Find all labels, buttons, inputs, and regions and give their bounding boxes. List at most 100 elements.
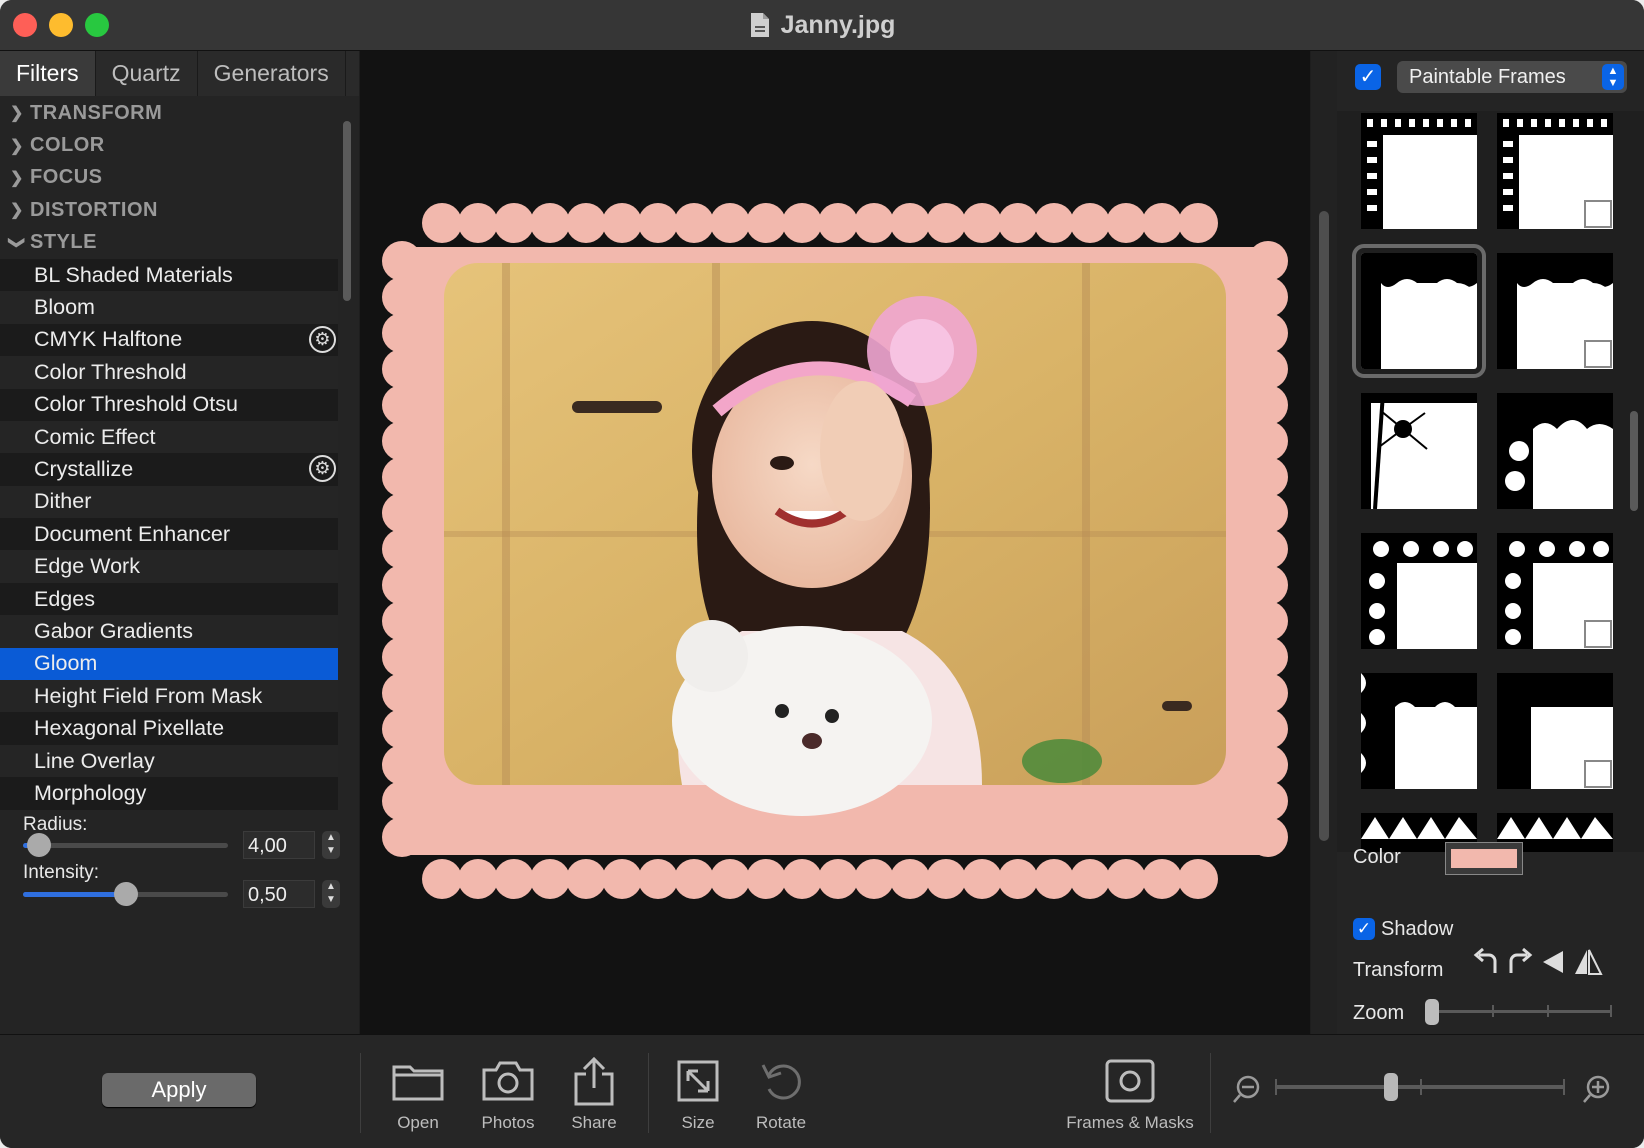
frame-scallop: [818, 203, 858, 243]
frame-scallop: [674, 859, 714, 899]
tab-generators[interactable]: Generators: [198, 51, 346, 96]
divider: [648, 1053, 649, 1133]
size-button[interactable]: Size: [668, 1053, 728, 1133]
filter-label: BL Shaded Materials: [34, 262, 233, 287]
filter-item[interactable]: Edges: [0, 582, 338, 616]
frame-thumbnail[interactable]: [1361, 673, 1477, 789]
filter-item[interactable]: Crystallize ⚙: [0, 453, 338, 486]
zoom-in-icon[interactable]: [1582, 1073, 1614, 1105]
frame-scallop: [422, 203, 462, 243]
frame-thumbnail[interactable]: [1361, 113, 1477, 229]
frame-color-well[interactable]: [1445, 842, 1523, 875]
filter-item[interactable]: Line Overlay: [0, 744, 338, 778]
filter-item[interactable]: Bloom: [0, 291, 338, 324]
frame-thumbnail-selected[interactable]: [1352, 244, 1486, 378]
frames-scrollbar[interactable]: [1630, 411, 1638, 511]
filter-item[interactable]: BL Shaded Materials: [0, 258, 338, 292]
radius-slider[interactable]: [23, 833, 228, 857]
frame-scallop: [602, 203, 642, 243]
canvas-scrollbar-thumb[interactable]: [1319, 211, 1329, 841]
zoom-label: Zoom: [1353, 1002, 1405, 1024]
frame-thumbnail[interactable]: [1497, 393, 1613, 509]
filter-item-selected[interactable]: Gloom: [0, 647, 338, 681]
category-focus[interactable]: ❯ FOCUS: [0, 162, 338, 194]
canvas-zoom-slider[interactable]: [1275, 1073, 1565, 1101]
intensity-slider-knob[interactable]: [113, 882, 138, 906]
filters-panel: Filters Quartz Generators ❯ TRANSFORM ❯ CO…: [0, 51, 359, 1034]
filter-list-scrollbar[interactable]: [343, 121, 351, 301]
filter-item[interactable]: Morphology: [0, 777, 338, 810]
share-button[interactable]: Share: [564, 1053, 624, 1133]
frame-scallop: [782, 203, 822, 243]
frame-scallop: [422, 859, 462, 899]
frame-scallop: [890, 203, 930, 243]
flip-vertical-icon[interactable]: [1573, 947, 1603, 977]
flip-horizontal-icon[interactable]: [1539, 947, 1569, 977]
filter-item[interactable]: Edge Work: [0, 550, 338, 583]
frame-scallop: [1034, 203, 1074, 243]
tab-filters[interactable]: Filters: [0, 51, 96, 96]
frame-thumbnail[interactable]: [1497, 533, 1613, 649]
rotate-icon: [761, 1064, 801, 1100]
settings-gear-icon[interactable]: ⚙: [309, 455, 336, 483]
filter-item[interactable]: Hexagonal Pixellate: [0, 712, 338, 745]
intensity-stepper[interactable]: ▲ ▼: [322, 880, 340, 908]
frame-scallop: [926, 859, 966, 899]
tick: [1563, 1079, 1565, 1095]
frames-enabled-checkbox[interactable]: ✓: [1355, 64, 1381, 90]
filter-item[interactable]: Dither: [0, 485, 338, 519]
filter-item[interactable]: CMYK Halftone ⚙: [0, 323, 338, 357]
intensity-label: Intensity:: [23, 862, 100, 883]
folder-icon: [392, 1065, 444, 1101]
filter-item[interactable]: Height Field From Mask: [0, 680, 338, 713]
intensity-field[interactable]: 0,50: [243, 880, 315, 908]
apply-button[interactable]: Apply: [102, 1073, 256, 1107]
open-button[interactable]: Open: [388, 1053, 448, 1133]
frame-thumbnail[interactable]: [1497, 673, 1613, 789]
frame-scallop: [746, 203, 786, 243]
intensity-slider[interactable]: [23, 882, 228, 906]
frame-scallop: [494, 203, 534, 243]
shadow-checkbox[interactable]: ✓: [1353, 918, 1375, 940]
frame-scallop: [1070, 203, 1110, 243]
category-color[interactable]: ❯ COLOR: [0, 129, 338, 161]
frame-icon: [1105, 1059, 1155, 1103]
filter-label: Gabor Gradients: [34, 618, 193, 643]
share-icon: [574, 1056, 614, 1106]
chevron-right-icon: ❯: [10, 137, 24, 155]
frame-thumbnail[interactable]: [1497, 253, 1613, 369]
filter-item[interactable]: Gabor Gradients: [0, 615, 338, 648]
rotate-right-icon[interactable]: [1505, 947, 1535, 977]
frame-scallop: [962, 859, 1002, 899]
rotate-button[interactable]: Rotate: [748, 1053, 814, 1133]
filter-item[interactable]: Color Threshold Otsu: [0, 388, 338, 421]
category-style[interactable]: ❯ STYLE: [0, 227, 338, 259]
frame-collection-select[interactable]: Paintable Frames ▲ ▼: [1397, 61, 1627, 93]
radius-slider-knob[interactable]: [27, 833, 52, 857]
radius-stepper[interactable]: ▲ ▼: [322, 831, 340, 859]
filter-label: Document Enhancer: [34, 521, 230, 546]
category-transform[interactable]: ❯ TRANSFORM: [0, 97, 338, 129]
canvas-scrollbar[interactable]: [1311, 51, 1337, 1034]
frame-zoom-knob[interactable]: [1425, 999, 1439, 1025]
filter-item[interactable]: Document Enhancer: [0, 518, 338, 551]
filter-item[interactable]: Comic Effect: [0, 420, 338, 454]
rotate-left-icon[interactable]: [1471, 947, 1501, 977]
frames-masks-button[interactable]: Frames & Masks: [1062, 1053, 1198, 1133]
tab-quartz[interactable]: Quartz: [96, 51, 198, 96]
settings-gear-icon[interactable]: ⚙: [309, 325, 336, 353]
image-canvas[interactable]: [360, 51, 1310, 1034]
filter-label: CMYK Halftone: [34, 327, 183, 352]
photos-button[interactable]: Photos: [474, 1053, 542, 1133]
radius-field[interactable]: 4,00: [243, 831, 315, 859]
frame-thumbnail[interactable]: [1361, 393, 1477, 509]
frame-zoom-slider[interactable]: [1425, 999, 1612, 1025]
frame-scallop: [998, 859, 1038, 899]
zoom-out-icon[interactable]: [1232, 1073, 1264, 1105]
category-distortion[interactable]: ❯ DISTORTION: [0, 194, 338, 226]
frame-thumbnail[interactable]: [1361, 533, 1477, 649]
filter-item[interactable]: Color Threshold: [0, 356, 338, 389]
frame-scallop: [1178, 203, 1218, 243]
canvas-zoom-knob[interactable]: [1384, 1073, 1398, 1101]
frame-thumbnail[interactable]: [1497, 113, 1613, 229]
